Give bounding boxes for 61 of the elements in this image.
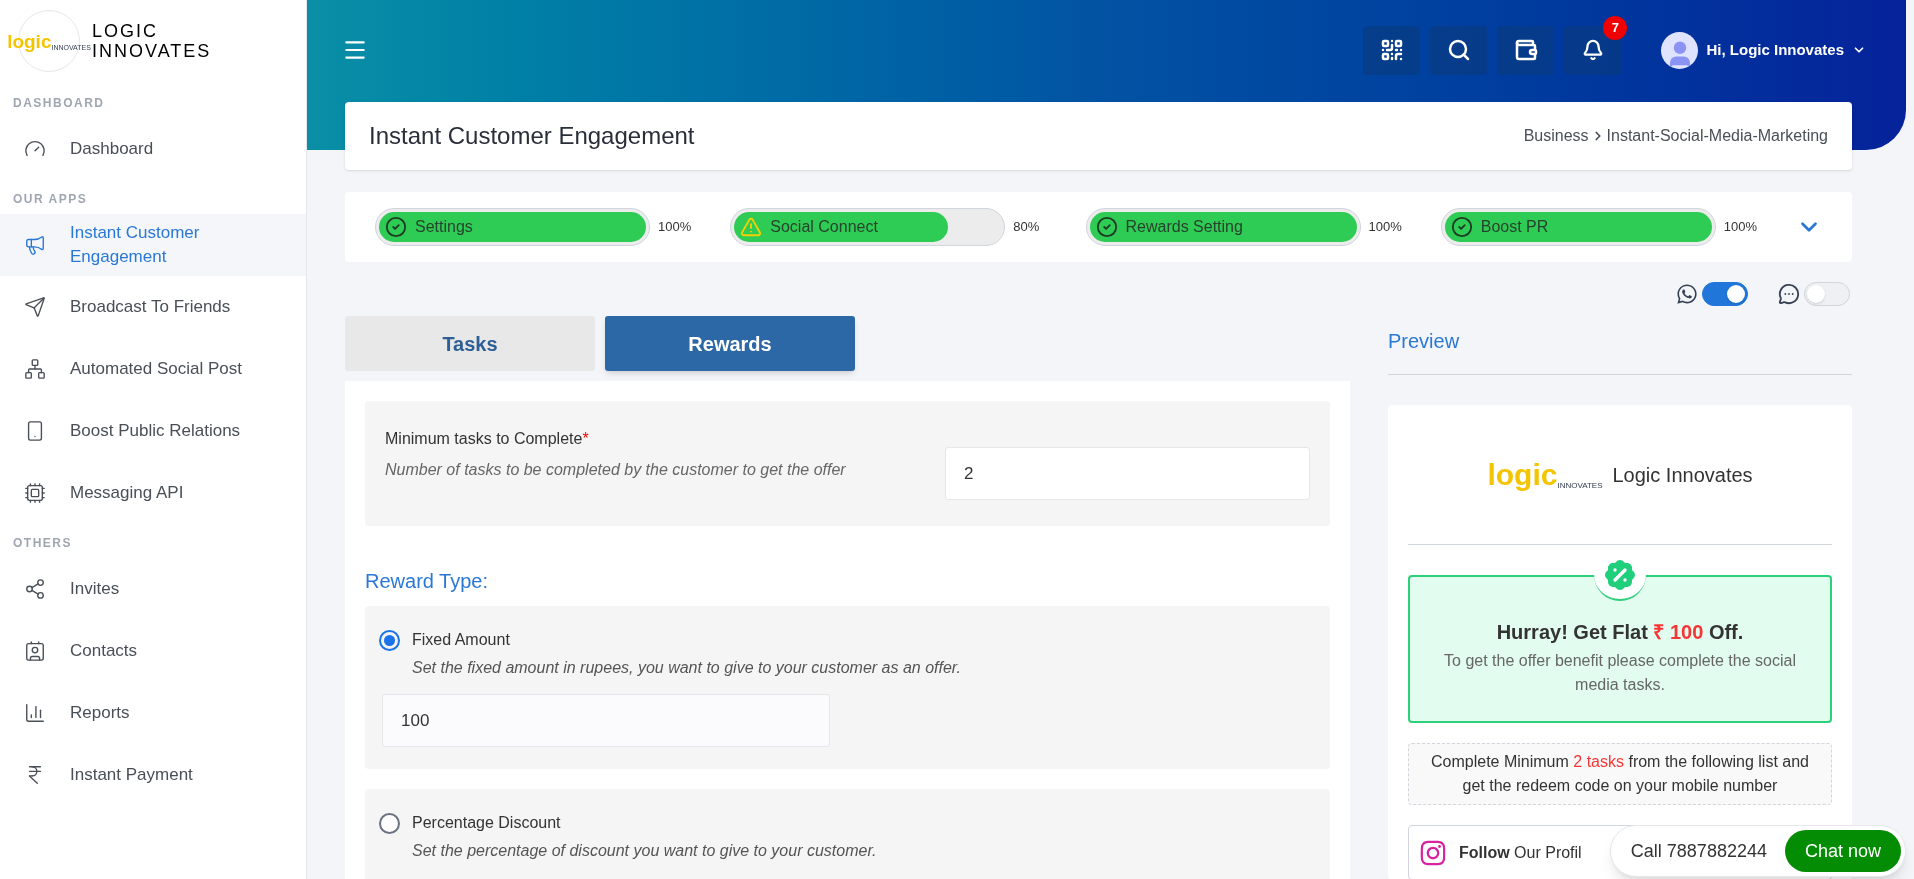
step-label: Social Connect xyxy=(770,217,878,237)
qr-code-icon xyxy=(1379,38,1404,62)
section-heading: Reward Type: xyxy=(365,569,490,594)
sidebar-item[interactable]: Boost Public Relations xyxy=(0,400,306,462)
instagram-icon xyxy=(1419,838,1447,867)
option-hint: Set the fixed amount in rupees, you want to give to your customer as an offer. xyxy=(412,658,962,678)
step-label: Boost PR xyxy=(1480,217,1549,237)
field-label: Minimum tasks to Complete* xyxy=(385,429,590,449)
amount-input[interactable]: 100 xyxy=(382,694,830,747)
page-title: Instant Customer Engagement xyxy=(369,121,695,151)
business-name: Logic Innovates xyxy=(1612,462,1753,488)
radio-button[interactable] xyxy=(379,813,400,834)
toggle-switch[interactable] xyxy=(1702,282,1748,306)
bell-icon xyxy=(1581,39,1604,61)
option-hint: Set the percentage of discount you want to give to your customer. xyxy=(412,841,877,861)
progress-reading: 100% xyxy=(658,218,692,237)
qr-code-button[interactable] xyxy=(1363,25,1421,75)
radio-button[interactable] xyxy=(379,630,400,651)
min-tasks-input[interactable]: 2 xyxy=(945,447,1310,500)
sidebar-item[interactable]: Messaging API xyxy=(0,462,306,524)
sidebar-item[interactable]: Dashboard xyxy=(0,118,306,180)
progress-reading: 80% xyxy=(1013,218,1040,237)
sidebar-item[interactable]: Broadcast To Friends xyxy=(0,276,306,338)
section-label: OUR APPS xyxy=(12,191,89,208)
notification-count: 7 xyxy=(1603,15,1628,40)
sidebar-item[interactable]: Invites xyxy=(0,558,306,620)
offer-text: To get the offer benefit please complete the social media tasks. xyxy=(1443,651,1797,695)
sidebar-item[interactable]: Instant Customer Engagement xyxy=(0,214,306,276)
breadcrumb-link[interactable]: Business xyxy=(1523,124,1589,148)
tab[interactable]: Rewards xyxy=(605,316,855,371)
user-menu[interactable]: Hi, Logic Innovates xyxy=(1661,31,1866,69)
breadcrumb-current: Instant-Social-Media-Marketing xyxy=(1606,126,1828,146)
chat-now-button[interactable]: Chat now xyxy=(1784,830,1901,872)
section-label: DASHBOARD xyxy=(12,95,106,112)
task-label: Follow Our Profil xyxy=(1459,842,1582,863)
sidebar-item[interactable]: Automated Social Post xyxy=(0,338,306,400)
tab[interactable]: Tasks xyxy=(345,316,595,371)
progress-reading: 100% xyxy=(1723,218,1757,237)
sidebar-item[interactable]: Contacts xyxy=(0,620,306,682)
offer-headline: Hurray! Get Flat ₹ 100 Off. xyxy=(1496,620,1744,645)
chat-icon xyxy=(1778,283,1800,305)
whatsapp-icon xyxy=(1676,283,1698,305)
sidebar-item[interactable]: Reports xyxy=(0,682,306,744)
option-label: Fixed Amount xyxy=(412,630,511,650)
avatar-icon xyxy=(1661,31,1699,69)
field-hint: Number of tasks to be completed by the customer to get the offer xyxy=(385,460,847,480)
sidebar-item[interactable]: Instant Payment xyxy=(0,744,306,806)
preview-heading: Preview xyxy=(1388,316,1852,375)
section-label: OTHERS xyxy=(12,535,73,552)
option-label: Percentage Discount xyxy=(412,813,562,833)
tasks-instruction: Complete Minimum 2 tasks from the following list and get the redeem code on your mobile number xyxy=(1408,743,1832,805)
search-icon xyxy=(1446,38,1471,62)
progress-reading: 100% xyxy=(1368,218,1402,237)
step-label: Rewards Setting xyxy=(1125,217,1243,237)
wallet-button[interactable] xyxy=(1497,25,1555,75)
wallet-icon xyxy=(1513,38,1538,62)
notifications-button[interactable] xyxy=(1564,25,1622,75)
step-label: Settings xyxy=(415,217,473,237)
search-button[interactable] xyxy=(1430,25,1488,75)
brand-name: LOGIC INNOVATES xyxy=(92,21,212,61)
call-number: Call 7887882244 xyxy=(1630,839,1767,863)
